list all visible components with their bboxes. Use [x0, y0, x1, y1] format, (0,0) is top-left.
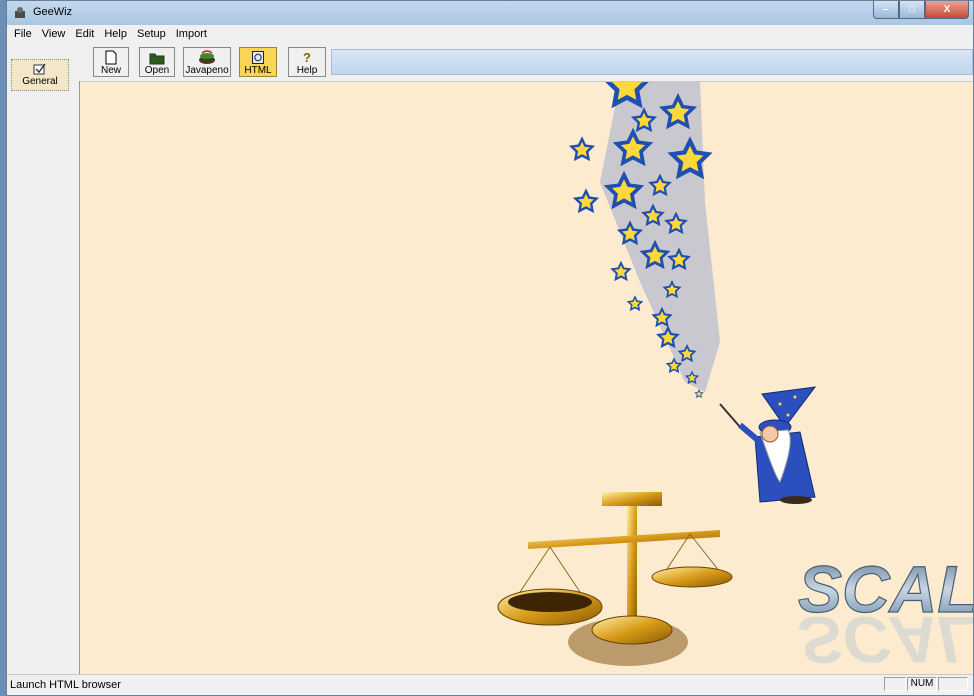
scale-logo-reflection: SCALE	[798, 603, 973, 675]
splash-canvas: SCALE SCALE	[80, 82, 973, 675]
scale-logo: SCALE SCALE	[797, 551, 973, 675]
menu-setup[interactable]: Setup	[132, 28, 171, 40]
help-button[interactable]: ? Help	[288, 47, 326, 77]
window-title: GeeWiz	[33, 6, 73, 18]
new-document-icon	[105, 50, 117, 65]
star-trail	[570, 82, 720, 398]
status-message: Launch HTML browser	[10, 679, 121, 691]
app-icon	[15, 7, 25, 18]
new-button-label: New	[100, 65, 121, 76]
menu-bar: File View Edit Help Setup Import	[7, 25, 973, 43]
status-panel-empty-1	[884, 677, 906, 691]
html-button[interactable]: HTML	[239, 47, 277, 77]
menu-view[interactable]: View	[37, 28, 71, 40]
menu-file[interactable]: File	[9, 28, 37, 40]
folder-icon	[149, 53, 165, 65]
app-window: GeeWiz – □ X File View Edit Help Setup I…	[6, 0, 974, 696]
status-bar: Launch HTML browser NUM	[7, 674, 973, 695]
javapeno-button[interactable]: Javapeno	[183, 47, 231, 77]
html-button-label: HTML	[244, 65, 272, 76]
open-button[interactable]: Open	[139, 47, 175, 77]
status-panel-empty-2	[938, 677, 968, 691]
svg-text:?: ?	[303, 50, 311, 65]
close-button[interactable]: X	[925, 1, 969, 19]
menu-import[interactable]: Import	[171, 28, 212, 40]
menu-help[interactable]: Help	[99, 28, 132, 40]
general-button[interactable]: General	[11, 59, 69, 91]
scales-of-justice	[497, 492, 733, 666]
minimize-button[interactable]: –	[873, 1, 899, 19]
javapeno-icon	[199, 50, 215, 64]
help-button-label: Help	[296, 65, 318, 76]
help-question-icon: ?	[303, 50, 311, 65]
wizard-figure	[719, 386, 817, 504]
general-button-label: General	[22, 76, 58, 87]
sidebar: General	[7, 59, 80, 675]
new-button[interactable]: New	[93, 47, 129, 77]
num-lock-indicator: NUM	[907, 677, 937, 691]
title-bar[interactable]: GeeWiz – □ X	[7, 1, 973, 25]
maximize-button[interactable]: □	[899, 1, 925, 19]
javapeno-button-label: Javapeno	[185, 65, 229, 76]
toolbar-filler	[331, 49, 973, 75]
wizard-splash-illustration: SCALE SCALE	[497, 82, 973, 675]
toolbar: New Open Javapeno HTML ? Help	[7, 43, 973, 82]
general-settings-icon	[33, 63, 46, 75]
menu-edit[interactable]: Edit	[70, 28, 99, 40]
open-button-label: Open	[144, 65, 170, 76]
html-browser-icon	[252, 51, 264, 64]
